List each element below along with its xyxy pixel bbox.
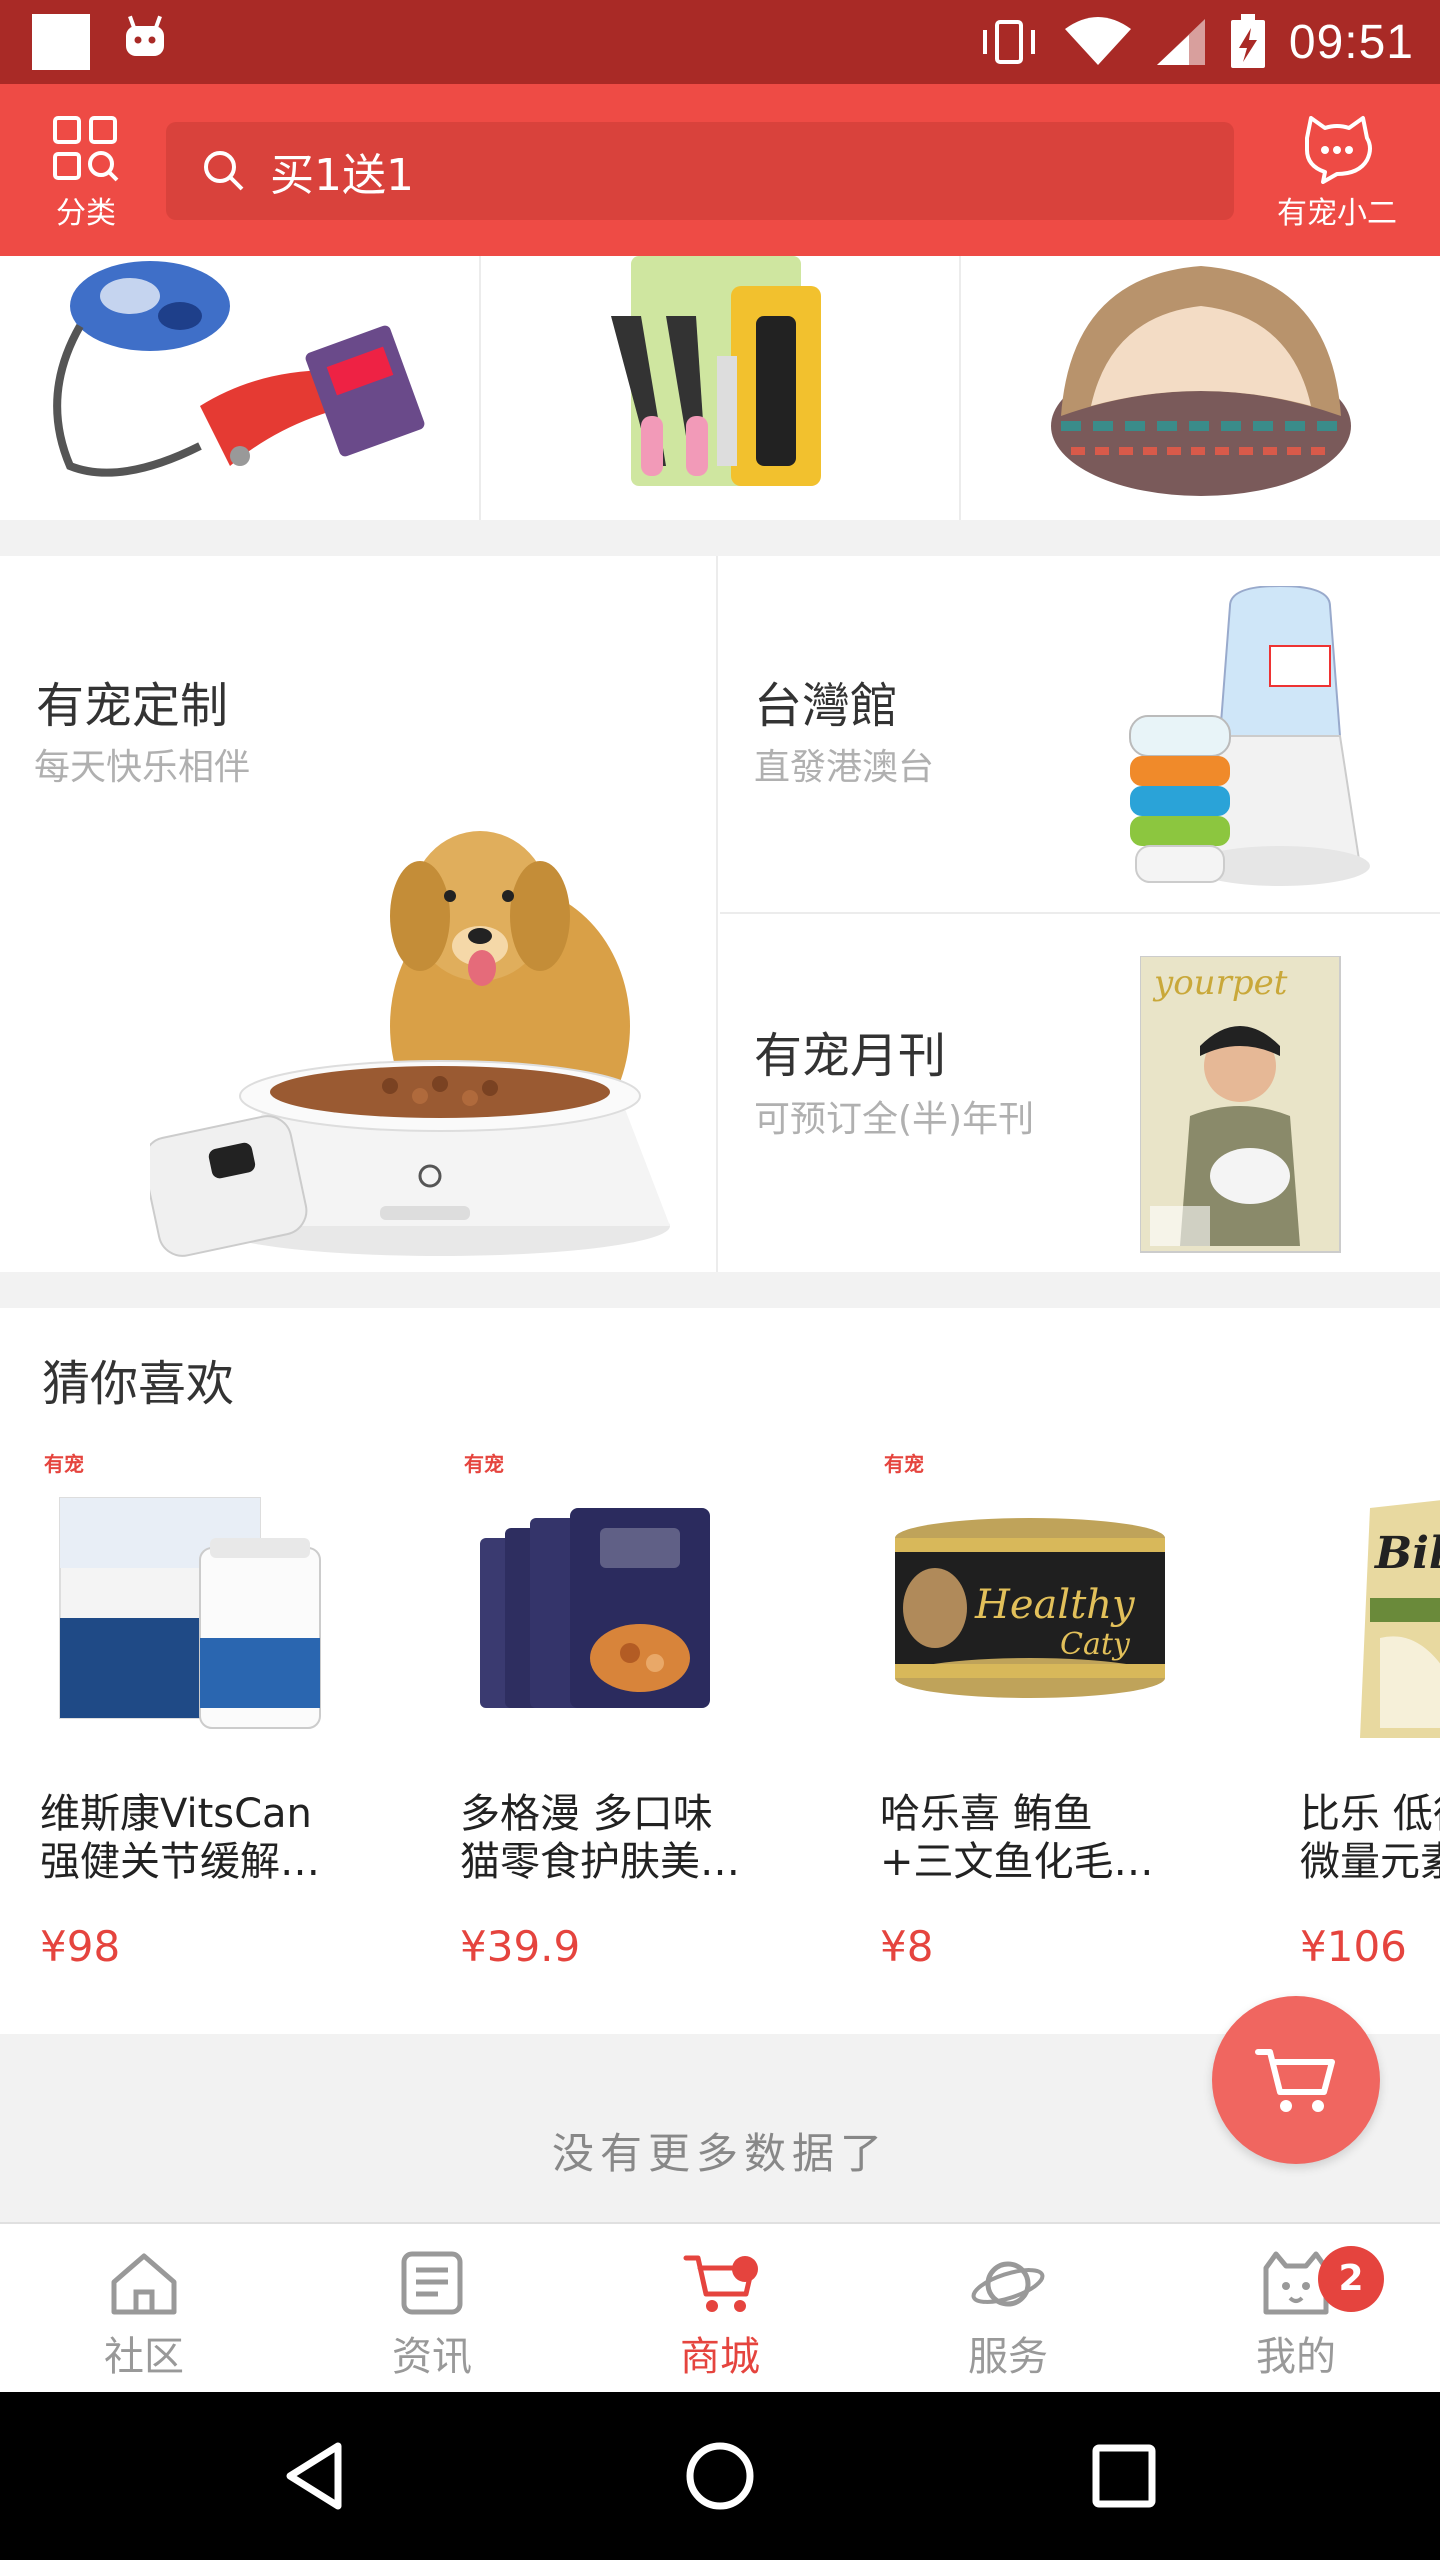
- feature-taiwan[interactable]: 台灣館 直發港澳台: [720, 556, 1440, 914]
- nav-news[interactable]: 资讯: [288, 2224, 576, 2392]
- clippers-image: [610, 256, 821, 486]
- product-strip: [0, 256, 1440, 520]
- nav-community-label: 社区: [104, 2334, 184, 2380]
- feature-grid: 有宠定制 每天快乐相伴 台灣館 直發港澳台 有宠月刊 可预订全(半)年刊 you…: [0, 556, 1440, 1272]
- product-price: ¥8: [880, 1922, 934, 1971]
- recents-icon[interactable]: [1084, 2436, 1164, 2516]
- product-name: 比乐 低徘 微量元素: [1300, 1791, 1440, 1885]
- search-placeholder: 买1送1: [270, 150, 414, 201]
- product-price: ¥39.9: [460, 1922, 581, 1971]
- brand-tag: 有宠: [884, 1452, 924, 1476]
- bottom-nav: 社区 资讯 商城 服务 2 我的: [0, 2222, 1440, 2392]
- product-name: 哈乐喜 鲔鱼 +三文鱼化毛…: [880, 1791, 1154, 1885]
- svg-text:Bil: Bil: [1373, 1528, 1440, 1579]
- search-icon: [204, 151, 244, 191]
- top-header: 分类 买1送1 有宠小二: [0, 84, 1440, 256]
- floating-cart-button[interactable]: [1212, 1996, 1380, 2164]
- feature-taiwan-subtitle: 直發港澳台: [754, 747, 935, 788]
- product-name: 多格漫 多口味 猫零食护肤美…: [460, 1791, 740, 1885]
- home-button-icon[interactable]: [680, 2436, 760, 2516]
- feature-monthly-subtitle: 可预订全(半)年刊: [754, 1099, 1035, 1140]
- nav-mall[interactable]: 商城: [576, 2224, 864, 2392]
- brand-tag: 有宠: [44, 1452, 84, 1476]
- nav-profile[interactable]: 2 我的: [1152, 2224, 1440, 2392]
- category-button[interactable]: 分类: [30, 114, 142, 234]
- strip-product-pet-bed[interactable]: [961, 256, 1440, 520]
- vibrate-icon: [982, 20, 1035, 64]
- signal-icon: [1156, 19, 1205, 65]
- pet-bed-image: [1051, 266, 1352, 496]
- grid-search-icon: [53, 116, 119, 182]
- cat-treat-pouch-image: [480, 1508, 710, 1708]
- nav-mall-label: 商城: [680, 2334, 760, 2380]
- leash-image: [53, 261, 425, 477]
- recommend-item-3[interactable]: 有宠 Healthy Caty 哈乐喜 鲔鱼 +三文鱼化毛… ¥8: [880, 1448, 1210, 2008]
- feature-custom-subtitle: 每天快乐相伴: [34, 747, 251, 788]
- customer-service-label: 有宠小二: [1277, 196, 1397, 231]
- home-icon: [111, 2253, 177, 2315]
- product-price: ¥106: [1300, 1922, 1407, 1971]
- customer-service-button[interactable]: 有宠小二: [1262, 114, 1412, 240]
- category-label: 分类: [56, 196, 116, 231]
- planet-icon: [971, 2261, 1045, 2307]
- notification-icon: [32, 14, 90, 70]
- brand-tag: 有宠: [464, 1452, 504, 1476]
- nav-community[interactable]: 社区: [0, 2224, 288, 2392]
- clock: 09:51: [1288, 15, 1414, 69]
- wifi-icon: [1064, 17, 1131, 65]
- search-bar[interactable]: 买1送1: [166, 122, 1234, 220]
- cat-chat-icon: [1305, 116, 1372, 184]
- no-more-text: 没有更多数据了: [551, 2129, 888, 2178]
- nav-service-label: 服务: [968, 2334, 1048, 2380]
- water-dispenser-image: [1129, 586, 1370, 886]
- product-price: ¥98: [40, 1922, 121, 1971]
- svg-text:Healthy: Healthy: [974, 1582, 1136, 1628]
- recommend-item-1[interactable]: 有宠 维斯康VitsCan 强健关节缓解… ¥98: [40, 1448, 370, 2008]
- feature-monthly[interactable]: 有宠月刊 可预订全(半)年刊 yourpet: [720, 916, 1440, 1272]
- android-icon: [126, 15, 164, 56]
- magazine-cover-image: yourpet: [1140, 956, 1341, 1253]
- nav-profile-label: 我的: [1256, 2334, 1336, 2380]
- vitscan-product-image: [59, 1497, 321, 1729]
- back-icon[interactable]: [276, 2436, 356, 2516]
- recommend-item-2[interactable]: 有宠 多格漫 多口味 猫零食护肤美… ¥39.9: [460, 1448, 790, 2008]
- battery-icon: [1230, 14, 1265, 68]
- feature-taiwan-title: 台灣館: [754, 678, 899, 734]
- feature-custom[interactable]: 有宠定制 每天快乐相伴: [0, 556, 718, 1272]
- healthy-caty-can-image: Healthy Caty: [895, 1518, 1165, 1698]
- cart-icon: [1255, 2049, 1335, 2112]
- product-name: 维斯康VitsCan 强健关节缓解…: [40, 1791, 320, 1885]
- svg-text:Caty: Caty: [1060, 1627, 1131, 1662]
- svg-text:yourpet: yourpet: [1152, 963, 1288, 1003]
- strip-product-clippers[interactable]: [481, 256, 962, 520]
- system-nav-bar: [0, 2392, 1440, 2560]
- dog-feeder-image: [150, 831, 670, 1257]
- feature-monthly-title: 有宠月刊: [754, 1028, 947, 1084]
- strip-product-leash[interactable]: [0, 256, 481, 520]
- news-icon: [401, 2251, 463, 2315]
- bile-food-bag-image: Bil: [1360, 1500, 1440, 1738]
- unread-badge: 2: [1318, 2246, 1384, 2312]
- nav-service[interactable]: 服务: [864, 2224, 1152, 2392]
- recommend-title: 猜你喜欢: [42, 1356, 235, 1412]
- recommend-section: 猜你喜欢 有宠 维斯康VitsCan 强健关节缓解… ¥98 有宠 多格漫 多口…: [0, 1308, 1440, 2034]
- feature-custom-title: 有宠定制: [36, 678, 229, 734]
- recommend-item-4[interactable]: Bil 比乐 低徘 微量元素 ¥106: [1300, 1448, 1440, 2008]
- notification-dot: [732, 2256, 758, 2282]
- status-bar: 09:51: [0, 0, 1440, 84]
- nav-news-label: 资讯: [392, 2334, 472, 2380]
